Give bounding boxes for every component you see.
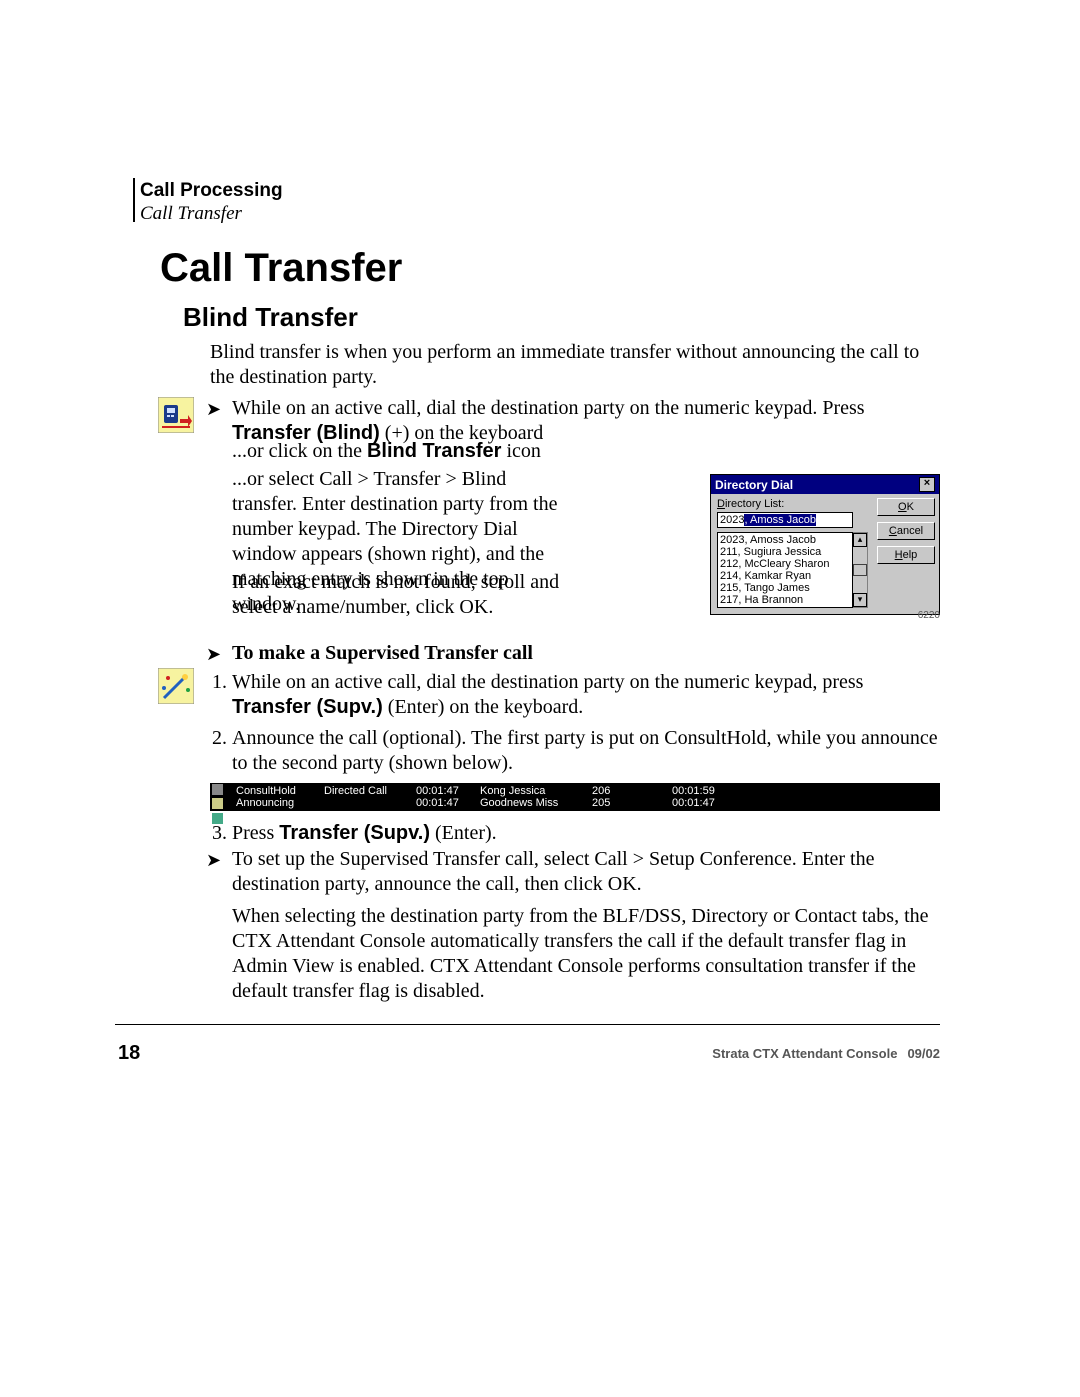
table-row: Announcing 00:01:47 Goodnews Miss 205 00…: [236, 797, 936, 809]
scroll-up-icon[interactable]: ▴: [853, 533, 867, 547]
blind-transfer-icon: [158, 397, 194, 433]
window-titlebar: Directory Dial ×: [711, 475, 939, 494]
scroll-down-icon[interactable]: ▾: [853, 593, 867, 607]
window-title: Directory Dial: [715, 478, 793, 492]
or1-post: icon: [501, 440, 540, 462]
directory-dial-window: Directory Dial × Directory List: 2023, A…: [710, 474, 940, 615]
setup-conference-step: ➤ To set up the Supervised Transfer call…: [210, 847, 940, 897]
bullet-arrow-icon: ➤: [206, 643, 221, 666]
call-row-icon: [212, 784, 223, 795]
directory-input[interactable]: 2023, Amoss Jacob: [717, 512, 853, 528]
supervised-steps-cont: Press Transfer (Supv.) (Enter).: [210, 821, 940, 846]
list-item[interactable]: 217, Ha Brannon: [720, 594, 850, 606]
figure-number: 6220: [918, 610, 940, 621]
cancel-button[interactable]: Cancel: [877, 522, 935, 540]
footer-rule: [115, 1024, 940, 1025]
or-click-line: ...or click on the Blind Transfer icon: [232, 440, 940, 463]
scrollbar[interactable]: ▴ ▾: [853, 532, 868, 608]
header-divider: [133, 178, 135, 222]
list-item[interactable]: 211, Sugiura Jessica: [720, 546, 850, 558]
page-number: 18: [118, 1042, 140, 1065]
page-header: Call Processing Call Transfer: [140, 180, 283, 226]
list-item[interactable]: 214, Kamkar Ryan: [720, 570, 850, 582]
call-status-strip: ConsultHold Directed Call 00:01:47 Kong …: [210, 783, 940, 811]
or1-bold: Blind Transfer: [367, 440, 501, 462]
section-title: Blind Transfer: [183, 302, 358, 333]
intro-paragraph: Blind transfer is when you perform an im…: [210, 340, 940, 390]
list-item[interactable]: 2023, Amoss Jacob: [720, 534, 850, 546]
setup-text: To set up the Supervised Transfer call, …: [232, 847, 940, 897]
list-item[interactable]: 215, Tango James: [720, 582, 850, 594]
close-icon[interactable]: ×: [919, 477, 935, 492]
step-3: Press Transfer (Supv.) (Enter).: [232, 821, 940, 846]
directory-list[interactable]: 2023, Amoss Jacob 211, Sugiura Jessica 2…: [717, 532, 853, 608]
page-title: Call Transfer: [160, 246, 402, 291]
supervised-transfer-icon: [158, 668, 194, 704]
input-prefix: 2023: [720, 514, 744, 526]
supervised-steps: While on an active call, dial the destin…: [210, 670, 940, 782]
supervised-header-text: To make a Supervised Transfer call: [232, 641, 940, 666]
blind-step: ➤ While on an active call, dial the dest…: [210, 396, 940, 446]
ok-button[interactable]: OK: [877, 498, 935, 516]
directory-list-label: Directory List:: [717, 498, 871, 510]
closing-paragraph: When selecting the destination party fro…: [232, 904, 940, 1004]
supervised-header: ➤ To make a Supervised Transfer call: [210, 641, 940, 666]
scroll-thumb[interactable]: [853, 564, 867, 576]
input-selection: , Amoss Jacob: [744, 514, 816, 526]
blind-step-pre: While on an active call, dial the destin…: [232, 397, 865, 419]
header-section: Call Processing: [140, 180, 283, 203]
step-2: Announce the call (optional). The first …: [232, 726, 940, 776]
list-item[interactable]: 212, McCleary Sharon: [720, 558, 850, 570]
call-row-icon: [212, 798, 223, 809]
footer-doc: Strata CTX Attendant Console09/02: [712, 1046, 940, 1061]
header-subsection: Call Transfer: [140, 203, 283, 226]
or1-pre: ...or click on the: [232, 440, 367, 462]
help-button[interactable]: Help: [877, 546, 935, 564]
table-row: ConsultHold Directed Call 00:01:47 Kong …: [236, 785, 936, 797]
step-1: While on an active call, dial the destin…: [232, 670, 940, 720]
bullet-arrow-icon: ➤: [206, 398, 221, 421]
bullet-arrow-icon: ➤: [206, 849, 221, 872]
if-no-match-paragraph: If an exact match is not found, scroll a…: [232, 570, 572, 620]
